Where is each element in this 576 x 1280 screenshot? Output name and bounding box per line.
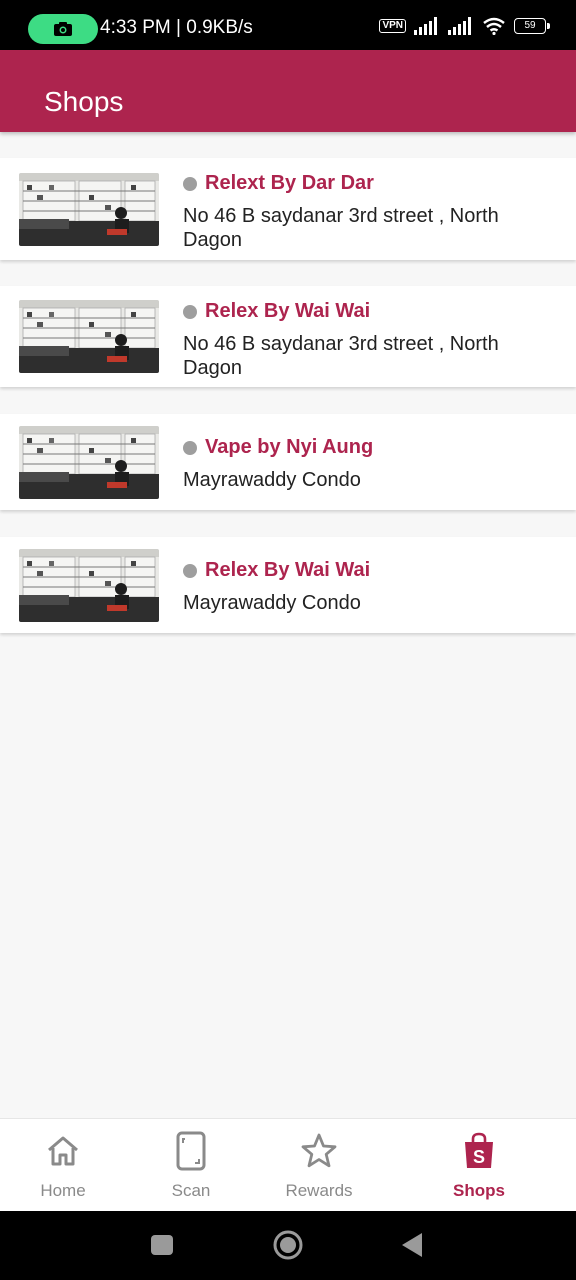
shop-info: Relex By Wai Wai No 46 B saydanar 3rd st…	[183, 300, 556, 380]
shop-card[interactable]: Relext By Dar Dar No 46 B saydanar 3rd s…	[0, 158, 576, 260]
shop-card[interactable]: Relex By Wai Wai No 46 B saydanar 3rd st…	[0, 286, 576, 387]
shop-address: Mayrawaddy Condo	[183, 592, 361, 614]
vpn-icon: VPN	[379, 19, 406, 33]
app-bar: Shops	[0, 50, 576, 132]
wifi-icon	[483, 17, 505, 35]
shop-card[interactable]: Relex By Wai Wai Mayrawaddy Condo	[0, 537, 576, 633]
shop-info: Vape by Nyi Aung Mayrawaddy Condo	[183, 436, 556, 492]
home-button-icon[interactable]	[272, 1229, 304, 1261]
nav-shops[interactable]: S Shops	[419, 1119, 539, 1212]
status-bar: 4:33 PM | 0.9KB/s VPN 59	[0, 0, 576, 50]
svg-text:S: S	[473, 1147, 485, 1167]
shop-name: Relext By Dar Dar	[205, 172, 374, 194]
shop-status-dot	[183, 304, 197, 319]
shop-name: Relex By Wai Wai	[205, 559, 371, 581]
system-nav-bar	[0, 1211, 576, 1280]
nav-rewards[interactable]: Rewards	[259, 1119, 379, 1212]
nav-home[interactable]: Home	[3, 1119, 123, 1212]
status-time: 4:33 PM | 0.9KB/s	[100, 17, 253, 38]
shop-name-row: Relext By Dar Dar	[183, 172, 556, 195]
shop-name-row: Relex By Wai Wai	[183, 300, 556, 323]
nav-rewards-label: Rewards	[285, 1181, 353, 1200]
bottom-nav: Home Scan Rewards S Shops	[0, 1118, 576, 1211]
shop-info: Relex By Wai Wai Mayrawaddy Condo	[183, 559, 556, 615]
nav-scan[interactable]: Scan	[131, 1119, 251, 1212]
shop-card[interactable]: Vape by Nyi Aung Mayrawaddy Condo	[0, 414, 576, 510]
shop-address: No 46 B saydanar 3rd street , North Dago…	[183, 205, 499, 251]
nav-home-label: Home	[40, 1181, 86, 1200]
screen-record-indicator[interactable]	[28, 14, 98, 44]
shop-status-dot	[183, 440, 197, 455]
shop-name: Vape by Nyi Aung	[205, 436, 374, 458]
shop-thumbnail	[19, 300, 159, 373]
shop-status-dot	[183, 176, 197, 191]
shop-address: Mayrawaddy Condo	[183, 469, 361, 491]
shop-name: Relex By Wai Wai	[205, 300, 371, 322]
nav-shops-label: Shops	[453, 1181, 505, 1200]
signal-icon	[414, 17, 437, 35]
status-icons: VPN 59	[379, 17, 550, 35]
back-button-icon[interactable]	[400, 1229, 424, 1261]
recents-button-icon[interactable]	[150, 1229, 174, 1261]
battery-icon: 59	[514, 18, 550, 34]
signal-icon-2	[448, 17, 471, 35]
star-icon	[301, 1133, 337, 1168]
home-icon	[48, 1136, 78, 1166]
shop-status-dot	[183, 563, 197, 578]
shop-thumbnail	[19, 426, 159, 499]
shop-name-row: Vape by Nyi Aung	[183, 436, 556, 459]
shop-name-row: Relex By Wai Wai	[183, 559, 556, 582]
shop-address: No 46 B saydanar 3rd street , North Dago…	[183, 333, 499, 379]
shop-thumbnail	[19, 549, 159, 622]
camera-icon	[54, 22, 72, 36]
shop-thumbnail	[19, 173, 159, 246]
scan-phone-icon	[176, 1131, 206, 1171]
page-title: Shops	[44, 86, 124, 117]
shopping-bag-icon: S	[465, 1132, 493, 1168]
nav-scan-label: Scan	[171, 1181, 211, 1200]
shop-info: Relext By Dar Dar No 46 B saydanar 3rd s…	[183, 172, 556, 252]
